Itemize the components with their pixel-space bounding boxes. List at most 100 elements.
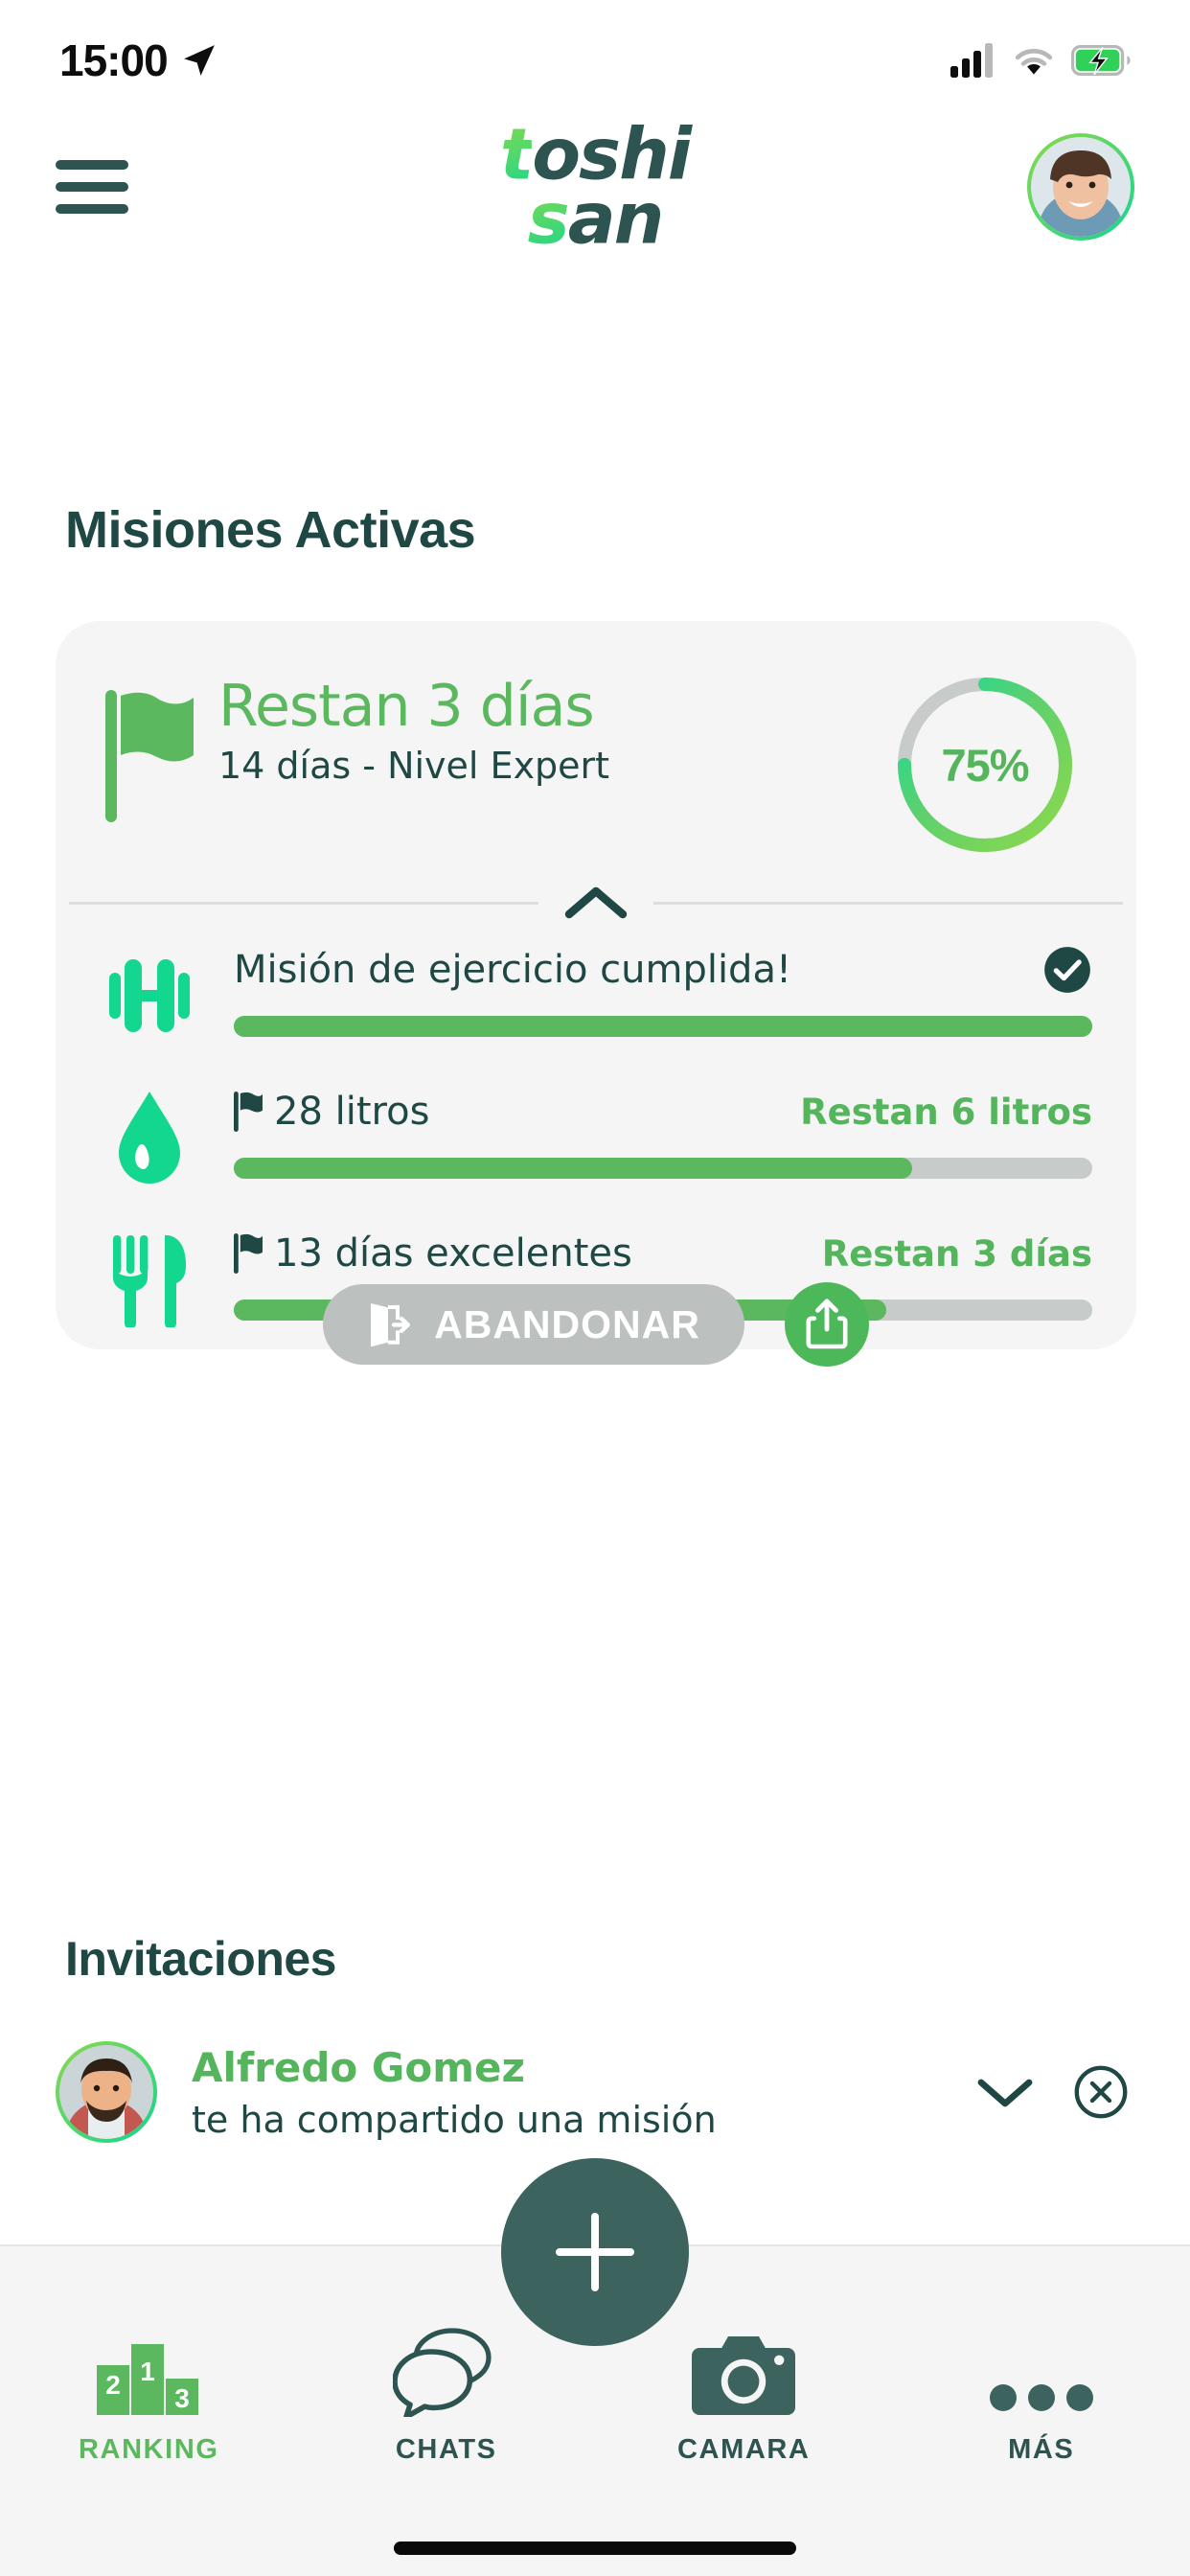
flag-icon xyxy=(105,690,194,822)
camera-glyph xyxy=(692,2336,796,2415)
mission-card-actions: ABANDONAR xyxy=(56,1282,1136,1367)
logo-line-2: san xyxy=(500,183,690,254)
chat-bubbles-icon xyxy=(392,2317,500,2417)
avatar-portrait xyxy=(1031,137,1131,237)
invitations-title: Invitaciones xyxy=(65,1932,337,1986)
close-circle-glyph xyxy=(1074,2065,1128,2119)
mission-row-label: 28 litros xyxy=(234,1090,429,1134)
tab-label: RANKING xyxy=(78,2434,219,2465)
mission-row-content: 28 litros Restan 6 litros xyxy=(234,1085,1092,1179)
invitation-avatar[interactable] xyxy=(56,2041,157,2143)
check-circle-icon xyxy=(1044,947,1090,993)
share-icon xyxy=(806,1299,848,1349)
status-time: 15:00 xyxy=(59,35,169,85)
mission-row-progress-fill xyxy=(234,1158,912,1179)
invitation-actions xyxy=(975,2064,1136,2120)
divider-left xyxy=(69,901,538,905)
svg-text:3: 3 xyxy=(174,2383,190,2413)
add-button[interactable] xyxy=(501,2158,689,2346)
progress-percent-label: 75% xyxy=(941,739,1029,791)
abandon-button[interactable]: ABANDONAR xyxy=(323,1284,744,1365)
podium-ranking-icon: 2 1 3 xyxy=(95,2317,202,2417)
chat-bubbles-glyph xyxy=(392,2328,492,2417)
invitation-text: Alfredo Gomez te ha compartido una misió… xyxy=(192,2044,975,2141)
menu-line xyxy=(56,160,128,170)
dumbbell-icon xyxy=(105,943,194,1048)
chevron-down-glyph xyxy=(977,2079,1033,2107)
tab-label: MÁS xyxy=(1008,2434,1075,2465)
mission-subtitle: 14 días - Nivel Expert xyxy=(218,745,610,787)
abandon-button-label: ABANDONAR xyxy=(434,1301,700,1346)
mission-row-text: Misión de ejercicio cumplida! xyxy=(234,948,791,992)
chevron-down-icon[interactable] xyxy=(975,2073,1035,2111)
wifi-icon xyxy=(1015,49,1053,75)
flag-small-icon xyxy=(234,1233,263,1274)
chevron-up-icon[interactable] xyxy=(538,884,653,922)
status-bar: 15:00 xyxy=(0,0,1190,96)
status-bar-left: 15:00 xyxy=(59,34,217,86)
mission-row-content: Misión de ejercicio cumplida! xyxy=(234,943,1092,1037)
tab-ranking[interactable]: 2 1 3 RANKING xyxy=(0,2317,298,2466)
mission-row-label: Misión de ejercicio cumplida! xyxy=(234,948,791,992)
page-title: Misiones Activas xyxy=(65,501,476,559)
svg-text:1: 1 xyxy=(140,2357,155,2386)
app-header: toshi san xyxy=(0,96,1190,278)
active-mission-card: Restan 3 días 14 días - Nivel Expert 75%… xyxy=(56,621,1136,1367)
tab-chats[interactable]: CHATS xyxy=(298,2317,596,2466)
plus-icon xyxy=(556,2213,634,2291)
tab-camara[interactable]: CAMARA xyxy=(595,2317,893,2466)
close-circle-icon[interactable] xyxy=(1073,2064,1129,2120)
podium-glyph: 2 1 3 xyxy=(97,2344,199,2415)
logo-accent-s: s xyxy=(527,177,570,260)
mission-row-progress-track xyxy=(234,1016,1092,1037)
status-bar-right xyxy=(950,43,1131,78)
flag-small-icon xyxy=(234,1092,263,1132)
mission-row-exercise[interactable]: Misión de ejercicio cumplida! xyxy=(105,943,1092,1068)
mission-row-line: 13 días excelentes Restan 3 días xyxy=(234,1227,1092,1280)
app-screen: 15:00 toshi san Misiones Activas Restan … xyxy=(0,0,1190,2576)
home-indicator xyxy=(394,2542,796,2555)
location-arrow-icon xyxy=(183,45,215,76)
mission-row-line: 28 litros Restan 6 litros xyxy=(234,1085,1092,1138)
mission-row-progress-fill xyxy=(234,1016,1092,1037)
water-drop-icon xyxy=(105,1085,194,1190)
invitation-avatar-image xyxy=(59,2045,153,2139)
invitation-message: te ha compartido una misión xyxy=(192,2098,717,2141)
invitation-sender-name: Alfredo Gomez xyxy=(192,2043,525,2091)
invitation-item[interactable]: Alfredo Gomez te ha compartido una misió… xyxy=(56,2030,1136,2154)
ellipsis-icon xyxy=(988,2317,1095,2417)
mission-row-label: 13 días excelentes xyxy=(234,1231,632,1276)
avatar[interactable] xyxy=(1027,133,1134,241)
camera-icon xyxy=(692,2317,796,2417)
invitation-portrait xyxy=(59,2045,153,2139)
mission-progress-ring: 75% xyxy=(889,669,1081,861)
ellipsis-glyph xyxy=(989,2384,1093,2411)
chevron-up-glyph xyxy=(564,886,628,919)
mission-header-text: Restan 3 días 14 días - Nivel Expert xyxy=(218,673,610,788)
app-logo: toshi san xyxy=(500,119,692,254)
cellular-signal-icon xyxy=(950,43,993,78)
mission-title: Restan 3 días xyxy=(218,673,595,740)
mission-row-text: 28 litros xyxy=(274,1090,430,1134)
bottom-navigation: 2 1 3 RANKING CHATS CAMARA MÁS xyxy=(0,2158,1190,2576)
mission-row-text: 13 días excelentes xyxy=(274,1231,632,1276)
menu-line xyxy=(56,204,128,214)
mission-row-remaining: Restan 6 litros xyxy=(800,1091,1092,1133)
tab-mas[interactable]: MÁS xyxy=(893,2317,1190,2466)
avatar-image xyxy=(1031,137,1131,237)
menu-line xyxy=(56,182,128,192)
mission-row-progress-track xyxy=(234,1158,1092,1179)
logo-rest-an: an xyxy=(567,177,665,260)
mission-row-water[interactable]: 28 litros Restan 6 litros xyxy=(105,1085,1092,1209)
water-drop-glyph xyxy=(119,1092,180,1184)
divider-right xyxy=(653,901,1123,905)
svg-text:2: 2 xyxy=(105,2370,121,2400)
mission-row-line: Misión de ejercicio cumplida! xyxy=(234,943,1092,997)
battery-charging-icon xyxy=(1071,45,1131,76)
mission-card-header: Restan 3 días 14 días - Nivel Expert 75% xyxy=(105,669,1087,852)
dumbbell-glyph xyxy=(109,959,190,1032)
share-button[interactable] xyxy=(784,1282,869,1367)
mission-collapse-row xyxy=(69,882,1123,924)
hamburger-menu-icon[interactable] xyxy=(56,153,136,220)
tab-label: CAMARA xyxy=(677,2434,811,2465)
